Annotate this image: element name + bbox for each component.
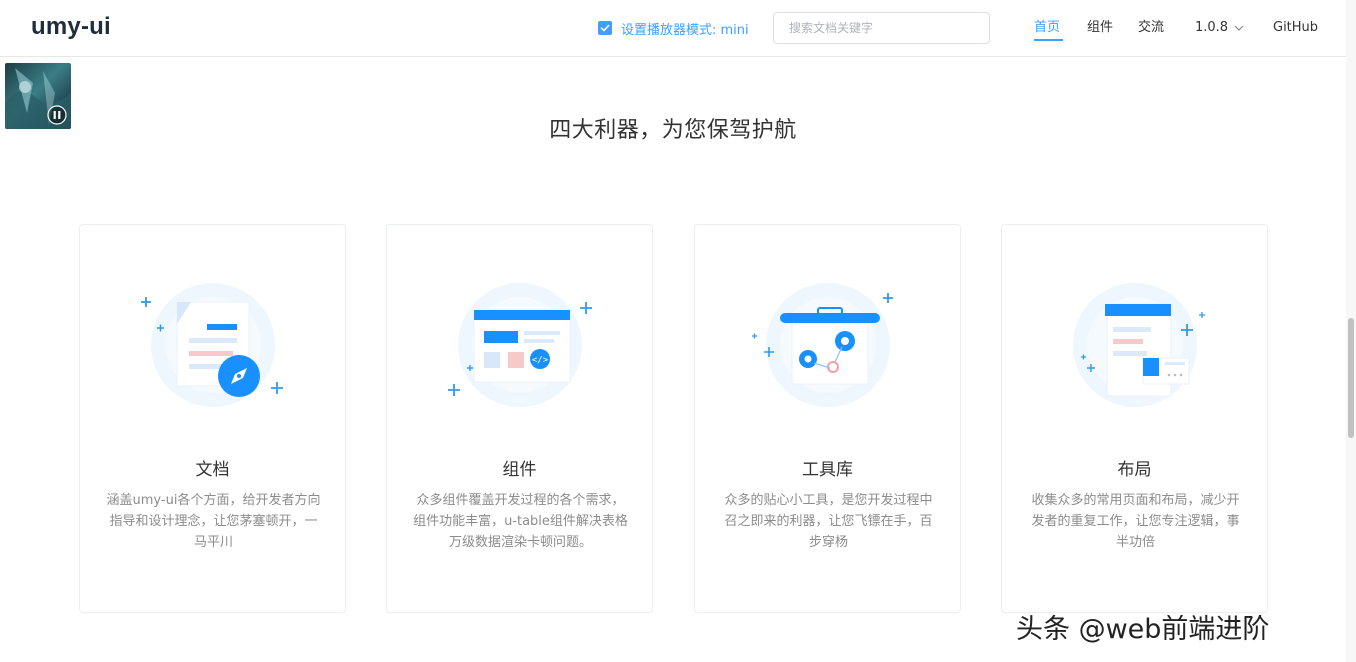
nav-components[interactable]: 组件 — [1087, 19, 1113, 37]
top-header: umy-ui 设置播放器模式: mini 首页 组件 交流 1.0.8 GitH… — [0, 0, 1356, 57]
card-description: 收集众多的常用页面和布局，减少开发者的重复工作，让您专注逻辑，事半功倍 — [1031, 493, 1240, 550]
logo[interactable]: umy-ui — [31, 13, 111, 41]
card-description: 涵盖umy-ui各个方面，给开发者方向指导和设计理念，让您茅塞顿开，一马平川 — [106, 493, 321, 550]
player-mode-label[interactable]: 设置播放器模式: mini — [621, 19, 749, 38]
nav-active-indicator — [1034, 39, 1063, 41]
nav-github[interactable]: GitHub — [1273, 19, 1318, 37]
nav-community[interactable]: 交流 — [1138, 19, 1164, 37]
svg-text:</>: </> — [532, 356, 549, 366]
document-compass-icon — [141, 283, 283, 407]
page-scrollbar[interactable] — [1346, 0, 1356, 662]
player-mode-toggle[interactable]: 设置播放器模式: mini — [598, 19, 749, 38]
card-title: 组件 — [502, 460, 537, 480]
version-label: 1.0.8 — [1195, 20, 1229, 35]
feature-card-toolbox[interactable]: 工具库 众多的贴心小工具，是您开发过程中召之即来的利器，让您飞镖在手，百步穿杨 — [694, 224, 961, 613]
check-icon — [600, 24, 610, 32]
card-title: 布局 — [1117, 460, 1152, 480]
version-dropdown[interactable]: 1.0.8 — [1195, 19, 1244, 37]
feature-card-components[interactable]: </> 组件 众多组件覆盖开发过程的各个需求，组件功能丰富，u-table组件解… — [386, 224, 653, 613]
search-input[interactable] — [773, 12, 990, 44]
section-title: 四大利器，为您保驾护航 — [549, 118, 797, 143]
watermark: 头条 @web前端进阶 — [1016, 614, 1270, 645]
layout-page-icon — [1073, 283, 1205, 407]
card-title: 文档 — [195, 460, 230, 480]
scrollbar-thumb[interactable] — [1348, 318, 1354, 438]
player-mode-checkbox[interactable] — [598, 21, 612, 35]
nav-home[interactable]: 首页 — [1034, 19, 1060, 37]
feature-card-layout[interactable]: 布局 收集众多的常用页面和布局，减少开发者的重复工作，让您专注逻辑，事半功倍 — [1001, 224, 1268, 613]
card-description: 众多的贴心小工具，是您开发过程中召之即来的利器，让您飞镖在手，百步穿杨 — [724, 493, 933, 550]
chevron-down-icon — [1234, 25, 1244, 31]
card-description: 众多组件覆盖开发过程的各个需求，组件功能丰富，u-table组件解决表格万级数据… — [413, 493, 628, 550]
card-title: 工具库 — [802, 460, 853, 480]
component-window-icon: </> — [448, 283, 592, 407]
feature-card-docs[interactable]: 文档 涵盖umy-ui各个方面，给开发者方向指导和设计理念，让您茅塞顿开，一马平… — [79, 224, 346, 613]
toolbox-gears-icon — [752, 283, 893, 407]
